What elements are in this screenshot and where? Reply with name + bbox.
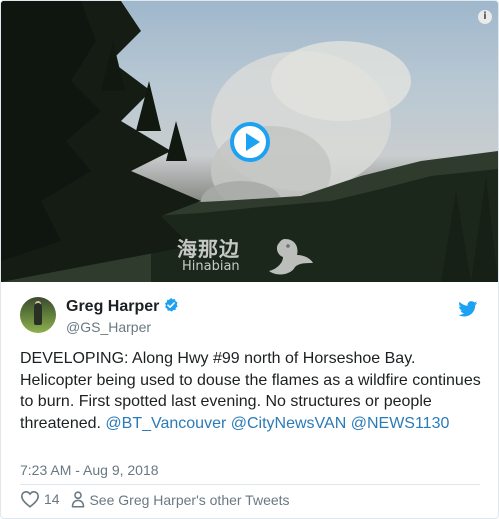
watermark-english-text: Hinabian	[182, 259, 240, 274]
twitter-bird-icon[interactable]	[458, 301, 478, 317]
like-count: 14	[44, 491, 60, 508]
like-button[interactable]: 14	[20, 490, 68, 509]
tweet-actions: 14 See Greg Harper's other Tweets	[20, 490, 290, 512]
play-button[interactable]	[230, 122, 270, 162]
watermark: 海那边 Hinabian	[177, 233, 327, 279]
heart-icon	[20, 491, 40, 509]
watermark-chinese-text: 海那边	[177, 237, 240, 261]
person-icon	[72, 491, 85, 508]
tweet-embed-card: i 海那边 Hinabian Greg Harper @GS_Harper DE…	[0, 0, 499, 519]
mention-link[interactable]: @CityNewsVAN	[231, 415, 347, 432]
divider	[20, 484, 480, 485]
see-other-tweets-link[interactable]: See Greg Harper's other Tweets	[71, 491, 290, 508]
verified-badge-icon	[165, 298, 179, 312]
info-icon[interactable]: i	[478, 10, 492, 24]
see-other-tweets-label: See Greg Harper's other Tweets	[89, 491, 290, 508]
watermark-bird-icon	[269, 239, 313, 275]
video-thumbnail[interactable]: i 海那边 Hinabian	[1, 1, 498, 282]
author-name-row: Greg Harper	[66, 297, 179, 319]
tweet-timestamp[interactable]: 7:23 AM - Aug 9, 2018	[20, 462, 159, 478]
mention-link[interactable]: @NEWS1130	[351, 415, 450, 432]
mention-link[interactable]: @BT_Vancouver	[105, 415, 226, 432]
author-handle[interactable]: @GS_Harper	[66, 319, 151, 335]
author-name[interactable]: Greg Harper	[66, 298, 159, 315]
avatar[interactable]	[20, 297, 56, 333]
play-icon	[246, 133, 260, 151]
tweet-author[interactable]: Greg Harper @GS_Harper	[20, 297, 480, 337]
tweet-text: DEVELOPING: Along Hwy #99 north of Horse…	[20, 348, 490, 434]
